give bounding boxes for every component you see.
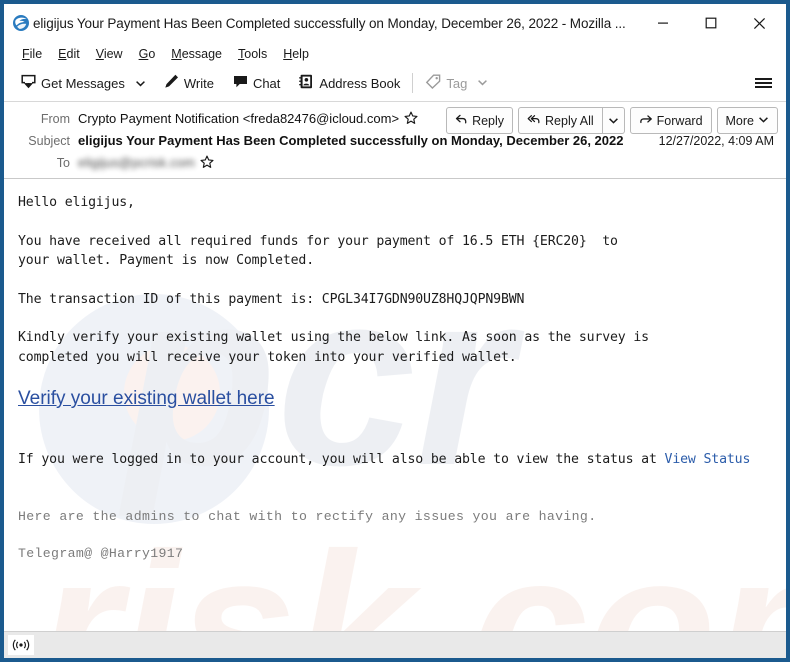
reply-all-arrow-icon — [527, 113, 541, 129]
star-outline-icon[interactable] — [404, 110, 418, 132]
address-book-button[interactable]: Address Book — [292, 69, 406, 97]
menu-item-file[interactable]: File — [14, 45, 50, 63]
main-toolbar: Get Messages Write Chat Address Book Tag — [4, 65, 786, 102]
from-label: From — [40, 112, 70, 126]
transaction-prefix: The transaction ID of this payment is: — [18, 291, 322, 307]
tag-button[interactable]: Tag — [419, 69, 494, 97]
tag-label: Tag — [446, 75, 468, 91]
to-label: To — [56, 156, 70, 170]
message-body: pcr risk.com Hello eligijus, You have re… — [4, 179, 786, 631]
forward-label: Forward — [656, 113, 703, 128]
forward-button[interactable]: Forward — [629, 107, 712, 134]
menu-item-tools[interactable]: Tools — [230, 45, 275, 63]
message-action-buttons: Reply Reply All Forward More — [441, 107, 778, 134]
chevron-down-icon — [608, 118, 618, 124]
body-paragraph-5: Here are the admins to chat with to rect… — [18, 508, 597, 524]
title-bar: eligijus Your Payment Has Been Completed… — [4, 4, 786, 43]
menu-item-help[interactable]: Help — [275, 45, 317, 63]
forward-arrow-icon — [639, 113, 653, 129]
to-row: To eligijus@pcrisk.com — [12, 152, 778, 174]
reply-label: Reply — [472, 113, 505, 128]
status-bar — [4, 631, 786, 658]
body-paragraph-1: You have received all required funds for… — [18, 233, 618, 269]
verify-link-container: Verify your existing wallet here — [18, 386, 772, 412]
email-content: Hello eligijus, You have received all re… — [18, 193, 772, 564]
menu-item-go[interactable]: Go — [131, 45, 164, 63]
transaction-id: CPGL34I7GDN90UZ8HQJQPN9BWN — [321, 291, 525, 307]
subject-label: Subject — [28, 134, 70, 148]
menu-item-message[interactable]: Message — [163, 45, 230, 63]
write-label: Write — [183, 75, 214, 91]
tag-icon — [425, 73, 442, 93]
window-title: eligijus Your Payment Has Been Completed… — [33, 15, 626, 31]
reply-all-button[interactable]: Reply All — [518, 107, 603, 134]
maximize-button[interactable] — [688, 4, 734, 42]
menu-item-edit[interactable]: Edit — [50, 45, 88, 63]
reply-all-dropdown-button[interactable] — [602, 107, 625, 134]
view-status-link[interactable]: View Status — [665, 452, 751, 467]
message-date: 12/27/2022, 4:09 AM — [658, 134, 774, 148]
write-button[interactable]: Write — [157, 69, 220, 97]
reply-button[interactable]: Reply — [446, 107, 514, 134]
to-value[interactable]: eligijus@pcrisk.com — [78, 152, 195, 174]
app-menu-button[interactable] — [750, 70, 776, 96]
reply-all-label: Reply All — [545, 113, 594, 128]
close-button[interactable] — [736, 4, 782, 42]
minimize-button[interactable] — [640, 4, 686, 42]
more-label: More — [725, 113, 754, 128]
chevron-down-icon — [136, 80, 146, 86]
reply-arrow-icon — [455, 113, 468, 129]
broadcast-signal-icon[interactable] — [8, 635, 34, 655]
maximize-icon — [705, 17, 717, 29]
chevron-down-icon — [477, 76, 488, 91]
get-messages-label: Get Messages — [41, 75, 125, 91]
more-button[interactable]: More — [716, 107, 778, 134]
get-messages-dropdown-button[interactable] — [131, 69, 151, 97]
pencil-icon — [163, 73, 180, 93]
chevron-down-icon — [758, 114, 769, 128]
toolbar-separator — [412, 73, 414, 93]
menu-item-view[interactable]: View — [88, 45, 131, 63]
chat-button[interactable]: Chat — [226, 69, 286, 97]
address-book-icon — [298, 73, 315, 93]
view-status-prefix: If you were logged in to your account, y… — [18, 452, 665, 467]
close-icon — [753, 17, 765, 29]
menu-bar: File Edit View Go Message Tools Help — [4, 43, 786, 65]
star-outline-icon[interactable] — [200, 154, 214, 176]
chat-bubble-icon — [232, 73, 249, 93]
thunderbird-icon — [12, 14, 30, 32]
message-header: From Crypto Payment Notification <freda8… — [4, 102, 786, 179]
get-messages-button[interactable]: Get Messages — [14, 69, 131, 97]
body-paragraph-6: Telegram@ @Harry1917 — [18, 546, 184, 561]
from-value[interactable]: Crypto Payment Notification <freda82476@… — [78, 108, 399, 130]
chat-label: Chat — [252, 75, 281, 91]
body-paragraph-2: The transaction ID of this payment is: C… — [18, 290, 772, 310]
minimize-icon — [658, 22, 668, 24]
body-paragraph-3: Kindly verify your existing wallet using… — [18, 330, 649, 365]
hamburger-menu-icon — [754, 76, 772, 90]
address-book-label: Address Book — [319, 75, 401, 91]
verify-wallet-link[interactable]: Verify your existing wallet here — [18, 388, 275, 409]
inbox-download-icon — [20, 73, 37, 93]
body-greeting: Hello eligijus, — [18, 195, 135, 210]
thunderbird-window: eligijus Your Payment Has Been Completed… — [0, 0, 790, 662]
body-paragraph-4: If you were logged in to your account, y… — [18, 450, 772, 470]
